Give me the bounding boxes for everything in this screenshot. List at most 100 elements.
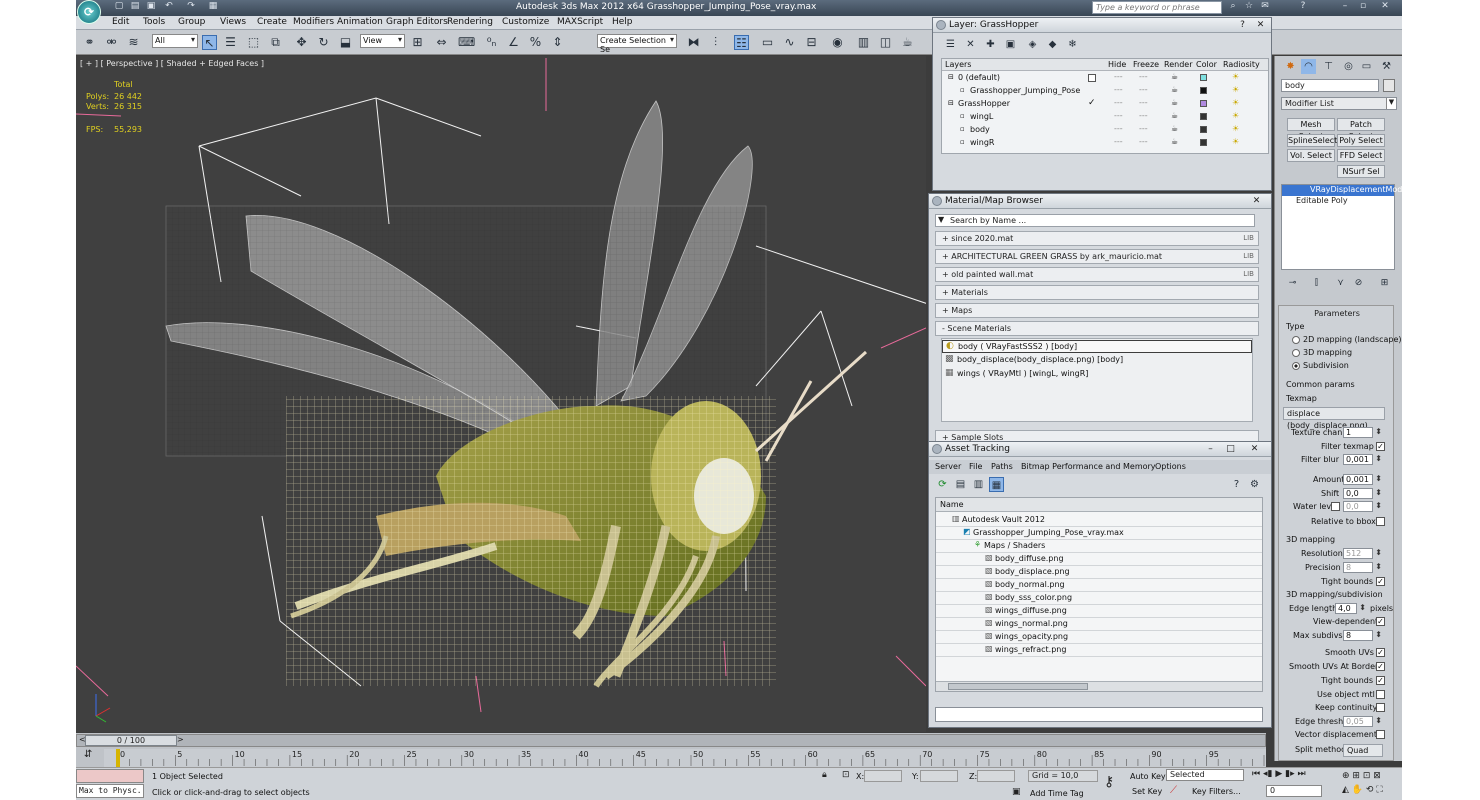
shift-spinner[interactable]: 0,0	[1343, 488, 1382, 499]
named-selection-dropdown[interactable]: Create Selection Se	[597, 34, 677, 54]
angle-snap-icon[interactable]: ∠	[506, 35, 521, 50]
menu-edit[interactable]: Edit	[112, 17, 129, 27]
nsurf-sel-button[interactable]: NSurf Sel	[1337, 165, 1385, 178]
track-bar[interactable]: 0510152025303540455055606570758085909510…	[104, 749, 1281, 767]
hide-toggle[interactable]: ---	[1114, 98, 1123, 107]
column-layers[interactable]: Layers	[945, 60, 971, 69]
minimize-icon[interactable]: –	[1204, 443, 1217, 455]
hide-toggle[interactable]: ---	[1114, 111, 1123, 120]
material-library-group[interactable]: + Maps	[935, 303, 1259, 318]
tight-bounds-checkbox[interactable]: ✓	[1376, 577, 1385, 586]
freeze-toggle[interactable]: ---	[1139, 111, 1148, 120]
material-library-group[interactable]: + Materials	[935, 285, 1259, 300]
set-key-icon[interactable]: ⟋	[1170, 785, 1177, 796]
maximize-viewport-icon[interactable]: ⛶	[1376, 785, 1382, 795]
layer-color-swatch[interactable]	[1200, 139, 1207, 146]
menu-tools[interactable]: Tools	[143, 17, 165, 27]
key-icon[interactable]: ⚷	[1104, 774, 1114, 790]
highlight-layer-icon[interactable]: ◈	[1025, 37, 1040, 52]
object-icon[interactable]: ▫	[960, 86, 965, 94]
material-library-group[interactable]: + since 2020.mat LIB	[935, 231, 1259, 246]
material-browser-titlebar[interactable]: Material/Map Browser ✕	[929, 194, 1271, 209]
horizontal-scrollbar[interactable]	[936, 681, 1262, 691]
asset-row[interactable]: ▧ body_normal.png	[936, 579, 1262, 592]
layer-color-swatch[interactable]	[1200, 113, 1207, 120]
select-by-name-icon[interactable]: ☰	[223, 35, 238, 50]
previous-frame-icon[interactable]: ◂▮	[1263, 769, 1272, 779]
align-icon[interactable]: ⫶	[708, 35, 723, 50]
menu-customize[interactable]: Customize	[502, 17, 549, 27]
unlink-icon[interactable]: ⚮	[104, 35, 119, 50]
help-icon[interactable]: ?	[1236, 19, 1249, 31]
radiosity-icon[interactable]: ☀︎	[1232, 111, 1239, 120]
keyboard-shortcut-icon[interactable]: ⌨	[458, 35, 475, 50]
freeze-toggle[interactable]: ---	[1139, 98, 1148, 107]
asset-row[interactable]: ▧ body_sss_color.png	[936, 592, 1262, 605]
menu-help[interactable]: Help	[612, 17, 633, 27]
filter-texmap-checkbox[interactable]: ✓	[1376, 442, 1385, 451]
material-library-group[interactable]: + ARCHITECTURAL GREEN GRASS by ark_mauri…	[935, 249, 1259, 264]
next-frame-icon[interactable]: ▮▸	[1285, 769, 1294, 779]
stack-item-editable-poly[interactable]: Editable Poly	[1282, 196, 1394, 207]
remove-modifier-icon[interactable]: ⊘	[1351, 276, 1366, 291]
column-render[interactable]: Render	[1164, 60, 1192, 69]
percent-snap-icon[interactable]: %	[528, 35, 543, 50]
column-freeze[interactable]: Freeze	[1133, 60, 1159, 69]
app-logo-icon[interactable]: ⟳	[77, 0, 101, 24]
column-name[interactable]: Name	[940, 500, 964, 509]
layer-expand-icon[interactable]: ⊟	[948, 73, 954, 81]
open-file-icon[interactable]: ▤	[128, 1, 142, 14]
select-in-layer-icon[interactable]: ▣	[1003, 37, 1018, 52]
viewport-label[interactable]: [ + ] [ Perspective ] [ Shaded + Edged F…	[80, 59, 264, 68]
filter-icon[interactable]: ▼	[938, 215, 944, 224]
field-of-view-icon[interactable]: ◭	[1342, 785, 1349, 795]
display-tab-icon[interactable]: ▭	[1359, 59, 1374, 74]
current-frame-field[interactable]: 0	[1266, 785, 1322, 797]
bind-spacewarp-icon[interactable]: ≋	[126, 35, 141, 50]
time-tag-icon[interactable]: ▣	[1012, 787, 1021, 797]
view-dependent-checkbox[interactable]: ✓	[1376, 617, 1385, 626]
render-production-icon[interactable]: ☕	[900, 35, 915, 50]
save-file-icon[interactable]: ▣	[144, 1, 158, 14]
link-icon[interactable]: ⚭	[82, 35, 97, 50]
vol-select-button[interactable]: Vol. Select	[1287, 149, 1335, 162]
selection-filter-dropdown[interactable]: All	[152, 34, 198, 48]
radio-2d-mapping[interactable]	[1292, 336, 1300, 344]
snaps-toggle-icon[interactable]: ⁰ₙ	[484, 35, 499, 50]
mesh-select-button[interactable]: Mesh Select	[1287, 118, 1335, 141]
communication-icon[interactable]: ✉	[1258, 1, 1272, 14]
asset-row[interactable]: ▧ wings_normal.png	[936, 618, 1262, 631]
layer-row[interactable]: ▫ wingL --- --- ☕︎ ☀︎	[942, 111, 1268, 124]
create-tab-icon[interactable]: ✸	[1283, 59, 1298, 74]
asset-menu-server[interactable]: Server	[935, 462, 961, 471]
key-set-dropdown[interactable]: Selected	[1166, 769, 1244, 781]
hide-toggle[interactable]: ---	[1114, 72, 1123, 81]
zoom-extents-icon[interactable]: ⊡	[1363, 771, 1371, 781]
column-color[interactable]: Color	[1196, 60, 1217, 69]
layer-row[interactable]: ▫ Grasshopper_Jumping_Pose --- --- ☕︎ ☀︎	[942, 85, 1268, 98]
add-to-layer-icon[interactable]: ✚	[983, 37, 998, 52]
y-coordinate-field[interactable]	[920, 770, 958, 782]
graphite-tools-icon[interactable]: ▭	[760, 35, 775, 50]
search-icon[interactable]: ⌕	[1226, 1, 1240, 14]
render-teapot-icon[interactable]: ☕︎	[1171, 111, 1178, 120]
ffd-select-button[interactable]: FFD Select	[1337, 149, 1385, 162]
mini-curve-editor-icon[interactable]: ⇵	[84, 749, 92, 760]
layer-manager-icon[interactable]: ☷	[734, 35, 749, 50]
detail-view-icon[interactable]: ▥	[971, 477, 986, 492]
lock-icon[interactable]: 🔒︎	[822, 770, 827, 780]
tight-bounds-2-checkbox[interactable]: ✓	[1376, 676, 1385, 685]
select-object-icon[interactable]: ↖	[202, 35, 217, 50]
mirror-icon[interactable]: ⧓	[686, 35, 701, 50]
scene-material-item[interactable]: ◐ body ( VRayFastSSS2 ) [body]	[942, 340, 1252, 353]
set-key-button[interactable]: Set Key	[1132, 787, 1162, 796]
absolute-mode-icon[interactable]: ⊡	[842, 770, 850, 780]
radiosity-icon[interactable]: ☀︎	[1232, 98, 1239, 107]
freeze-toggle[interactable]: ---	[1139, 124, 1148, 133]
layer-row[interactable]: ▫ body --- --- ☕︎ ☀︎	[942, 124, 1268, 137]
scene-material-item[interactable]: ▦ wings ( VRayMtl ) [wingL, wingR]	[942, 368, 1252, 381]
search-input[interactable]: Type a keyword or phrase	[1092, 1, 1222, 14]
material-library-group[interactable]: + old painted wall.mat LIB	[935, 267, 1259, 282]
render-teapot-icon[interactable]: ☕︎	[1171, 124, 1178, 133]
menu-rendering[interactable]: Rendering	[447, 17, 493, 27]
